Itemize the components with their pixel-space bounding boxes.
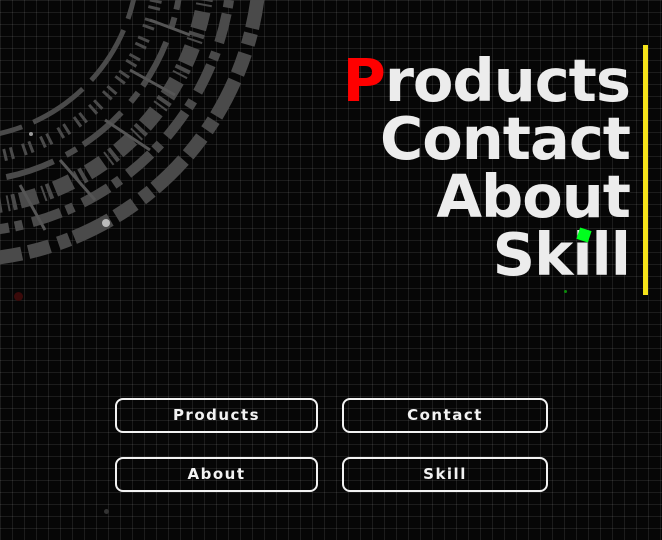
particle-dot xyxy=(29,132,33,136)
particle-dot xyxy=(102,219,110,227)
particle-dot xyxy=(104,509,109,514)
button-grid: Products Contact About Skill xyxy=(115,398,548,495)
contact-button[interactable]: Contact xyxy=(342,398,548,433)
yellow-accent-bar xyxy=(643,45,648,295)
hero-navigation: Products Contact About Skill xyxy=(343,51,631,284)
circular-tech-ring-graphic xyxy=(0,0,265,265)
particle-dot xyxy=(14,292,23,301)
hero-nav-products[interactable]: Products xyxy=(343,51,631,110)
products-button[interactable]: Products xyxy=(115,398,318,433)
products-first-letter: P xyxy=(342,46,386,115)
skill-button[interactable]: Skill xyxy=(342,457,548,492)
about-button[interactable]: About xyxy=(115,457,318,492)
hero-nav-contact[interactable]: Contact xyxy=(343,109,631,168)
particle-dot xyxy=(564,290,567,293)
hero-nav-about[interactable]: About xyxy=(343,167,631,226)
